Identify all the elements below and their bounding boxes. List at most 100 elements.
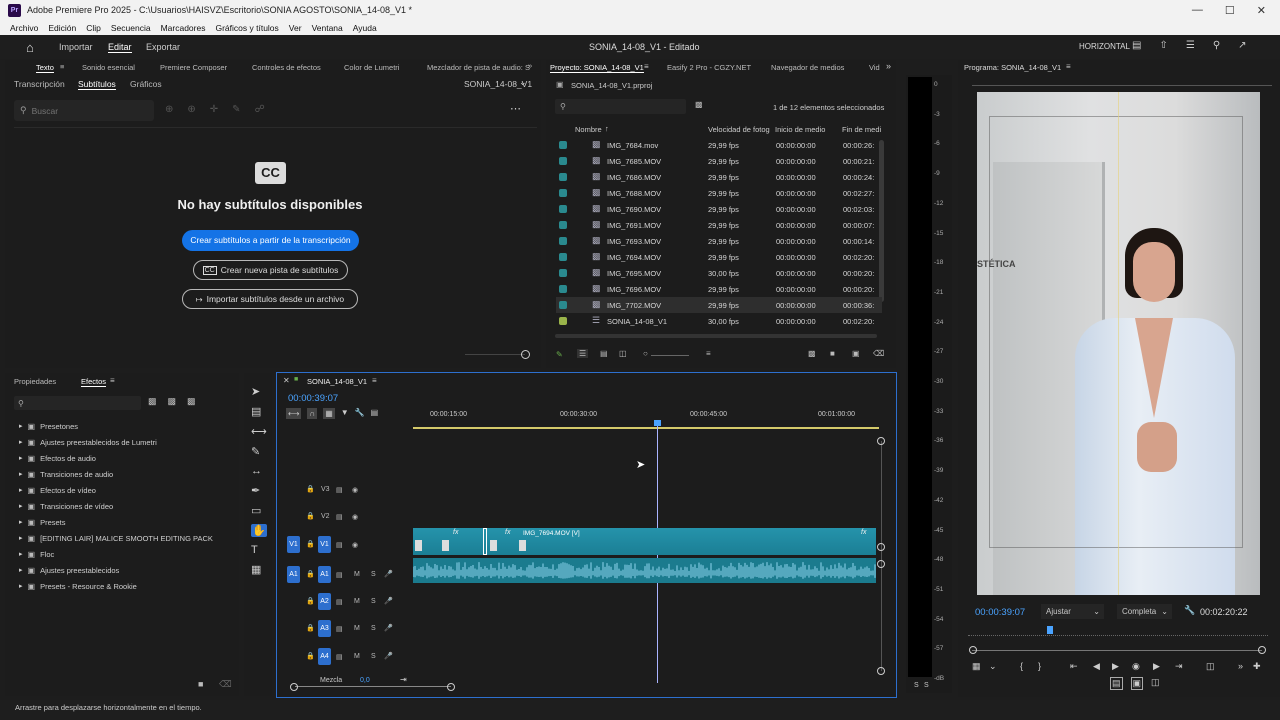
- lock-icon[interactable]: 🔒: [306, 624, 315, 632]
- project-row[interactable]: ☰ SONIA_14-08_V1 30,00 fps 00:00:00:00 00:02…: [556, 313, 882, 329]
- effects-folder[interactable]: ▸ ▣ Presets - Resource & Rookie: [19, 579, 137, 593]
- track-target-v1[interactable]: V1: [318, 536, 331, 553]
- accelerated-effects-icon[interactable]: ▩: [148, 396, 157, 407]
- source-patch-a1[interactable]: A1: [287, 566, 300, 583]
- translate-icon[interactable]: ☍: [255, 104, 265, 115]
- add-button-icon[interactable]: ✚: [1253, 661, 1261, 672]
- linked-icon[interactable]: ▦: [323, 408, 335, 419]
- effects-menu-icon[interactable]: ≡: [110, 376, 115, 385]
- pen-tool-icon[interactable]: ✒: [251, 484, 267, 497]
- mic-icon[interactable]: 🎤: [384, 652, 393, 660]
- solo-icon[interactable]: S: [371, 598, 376, 605]
- timeline-vscroll[interactable]: [881, 441, 882, 671]
- sort-icon[interactable]: ≡: [706, 349, 711, 358]
- zoom-slider-handle[interactable]: [521, 350, 530, 359]
- sync-lock-icon[interactable]: ▤: [336, 598, 343, 606]
- hscroll-end[interactable]: [447, 683, 455, 691]
- effects-folder[interactable]: ▸ ▣ Transiciones de vídeo: [19, 499, 113, 513]
- tab-easify[interactable]: Easify 2 Pro - CGZY.NET: [667, 63, 751, 72]
- effects-folder[interactable]: ▸ ▣ Transiciones de audio: [19, 467, 113, 481]
- tab-efectos[interactable]: Efectos: [81, 377, 107, 387]
- selection-tool-icon[interactable]: ➤: [251, 385, 267, 398]
- disclosure-triangle-icon[interactable]: ▸: [19, 566, 23, 574]
- tab-propiedades[interactable]: Propiedades: [14, 377, 56, 386]
- label-color-swatch[interactable]: [559, 173, 567, 181]
- clip-name[interactable]: IMG_7693.MOV: [607, 237, 661, 246]
- disclosure-triangle-icon[interactable]: ▸: [19, 534, 23, 542]
- pencil-icon[interactable]: ✎: [556, 350, 563, 359]
- label-color-swatch[interactable]: [559, 301, 567, 309]
- tab-vid[interactable]: Vid: [869, 63, 880, 72]
- rectangle-tool-icon[interactable]: ▭: [251, 504, 267, 517]
- lock-icon[interactable]: 🔒: [306, 652, 315, 660]
- split-icon[interactable]: ⊕: [187, 104, 195, 115]
- effects-folder[interactable]: ▸ ▣ Ajustes preestablecidos de Lumetri: [19, 435, 157, 449]
- tab-mezclador[interactable]: Mezclador de pista de audio: S: [427, 63, 530, 72]
- sync-lock-icon[interactable]: ▤: [336, 486, 343, 494]
- project-search-box[interactable]: ⚲: [555, 99, 686, 114]
- snap-icon[interactable]: ∩: [307, 408, 318, 419]
- export-frame-icon[interactable]: ◫: [1206, 661, 1215, 672]
- new-item-icon[interactable]: ▣: [852, 349, 860, 358]
- step-forward-icon[interactable]: ▶: [1153, 661, 1160, 672]
- lock-icon[interactable]: 🔒: [306, 540, 315, 548]
- new-folder-icon[interactable]: ■: [198, 679, 203, 689]
- tab-premiere-composer[interactable]: Premiere Composer: [160, 63, 227, 72]
- sort-up-icon[interactable]: ↑: [605, 124, 609, 133]
- menu-edicion[interactable]: Edición: [48, 23, 76, 33]
- project-row[interactable]: ▩ IMG_7694.MOV 29,99 fps 00:00:00:00 00:02:2…: [556, 249, 882, 265]
- search-icon[interactable]: ⚲: [1213, 40, 1220, 51]
- effects-folder[interactable]: ▸ ▣ Presetones: [19, 419, 78, 433]
- subtab-transcripcion[interactable]: Transcripción: [14, 79, 65, 89]
- mute-icon[interactable]: M: [354, 625, 360, 632]
- home-icon[interactable]: ⌂: [26, 40, 34, 55]
- mic-icon[interactable]: 🎤: [384, 624, 393, 632]
- clip-name[interactable]: IMG_7702.MOV: [607, 301, 661, 310]
- timeline-menu-icon[interactable]: ≡: [372, 376, 377, 385]
- menu-ventana[interactable]: Ventana: [312, 23, 343, 33]
- label-color-swatch[interactable]: [559, 253, 567, 261]
- goto-out-icon[interactable]: ⇥: [1175, 661, 1183, 672]
- solo-icon[interactable]: S: [371, 653, 376, 660]
- import-tab[interactable]: Importar: [59, 42, 93, 52]
- scroll-start-handle[interactable]: [969, 646, 977, 654]
- label-color-swatch[interactable]: [559, 141, 567, 149]
- disclosure-triangle-icon[interactable]: ▸: [19, 454, 23, 462]
- disclosure-triangle-icon[interactable]: ▸: [19, 582, 23, 590]
- project-row[interactable]: ▩ IMG_7684.mov 29,99 fps 00:00:00:00 00:00:2…: [556, 137, 882, 153]
- slip-tool-icon[interactable]: ↔: [251, 465, 267, 477]
- tab-proyecto[interactable]: Proyecto: SONIA_14-08_V1: [550, 63, 644, 73]
- mix-end-icon[interactable]: ⇥: [400, 675, 407, 684]
- search-input[interactable]: [31, 105, 142, 116]
- solo-icon[interactable]: S: [371, 625, 376, 632]
- mute-icon[interactable]: M: [354, 598, 360, 605]
- tab-controles-efectos[interactable]: Controles de efectos: [252, 63, 321, 72]
- effects-trash-icon[interactable]: ⌫: [219, 679, 232, 690]
- clip-name[interactable]: IMG_7691.MOV: [607, 221, 661, 230]
- eye-icon[interactable]: ◉: [352, 513, 358, 521]
- program-playhead[interactable]: [1047, 626, 1053, 634]
- 32bit-effects-icon[interactable]: ▩: [168, 396, 177, 407]
- icon-view-icon[interactable]: ▤: [600, 349, 608, 358]
- tab-sonido-esencial[interactable]: Sonido esencial: [82, 63, 135, 72]
- track-select-tool-icon[interactable]: ▤: [251, 405, 267, 418]
- disclosure-triangle-icon[interactable]: ▸: [19, 422, 23, 430]
- sequence-dropdown-icon[interactable]: ⌄: [519, 77, 527, 88]
- wrench-icon[interactable]: 🔧: [1184, 605, 1195, 616]
- search-box[interactable]: ⚲: [14, 100, 154, 121]
- trash-icon[interactable]: ⌫: [873, 349, 884, 358]
- clip-name[interactable]: IMG_7694.MOV: [607, 253, 661, 262]
- marker-icon[interactable]: ▼: [341, 408, 349, 419]
- play-icon[interactable]: ▶: [1112, 661, 1119, 672]
- label-color-swatch[interactable]: [559, 205, 567, 213]
- vscroll-handle-top[interactable]: [877, 437, 885, 445]
- sync-lock-icon[interactable]: ▤: [336, 571, 343, 579]
- program-title[interactable]: Programa: SONIA_14-08_V1: [964, 63, 1061, 72]
- trim-icon[interactable]: ▤: [1110, 677, 1123, 690]
- project-row[interactable]: ▩ IMG_7688.MOV 29,99 fps 00:00:00:00 00:02:2…: [556, 185, 882, 201]
- clip-name[interactable]: IMG_7695.MOV: [607, 269, 661, 278]
- effects-folder[interactable]: ▸ ▣ Floc: [19, 547, 54, 561]
- selected-clip-edge[interactable]: [483, 528, 487, 555]
- new-subtitle-track-button[interactable]: CC Crear nueva pista de subtítulos: [193, 260, 348, 280]
- project-row[interactable]: ▩ IMG_7686.MOV 29,99 fps 00:00:00:00 00:00:2…: [556, 169, 882, 185]
